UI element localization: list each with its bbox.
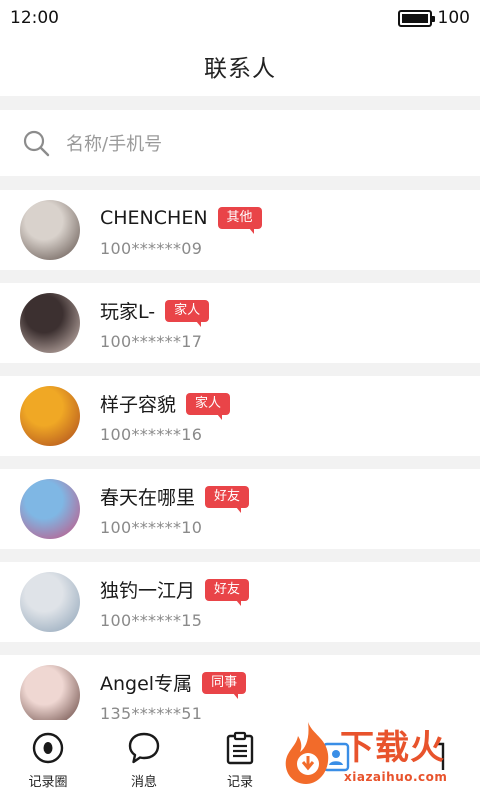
contact-row[interactable]: 独钓一江月 好友 100******15 [0,562,480,642]
contact-row[interactable]: 春天在哪里 好友 100******10 [0,469,480,549]
eye-circle-icon [32,732,64,763]
tab-record-circle[interactable]: 记录圈 [0,720,96,800]
status-right: 100 [397,8,470,28]
contact-tag: 同事 [202,671,247,699]
contact-name: 独钓一江月 [100,580,196,602]
chat-bubble-icon [128,732,160,763]
watermark-url: xiazaihuo.com [344,770,448,784]
contact-tag: 好友 [205,485,250,513]
contact-phone: 100******16 [100,424,203,444]
title-bar: 联系人 [0,36,480,96]
contact-tag: 好友 [205,578,250,606]
watermark-logo: 下载火 xiazaihuo.com [278,718,474,794]
tab-label: 记录 [226,774,253,790]
contact-row[interactable]: 玩家L- 家人 100******17 [0,283,480,363]
contact-phone: 100******10 [100,517,203,537]
status-time: 12:00 [10,8,59,28]
contact-tag: 其他 [217,206,262,234]
contact-name: Angel专属 [100,673,193,695]
search-icon [23,130,50,157]
avatar [20,665,80,725]
search-input[interactable]: 名称/手机号 [0,110,480,176]
contact-row[interactable]: 样子容貌 家人 100******16 [0,376,480,456]
contact-phone: 100******17 [100,331,203,351]
search-placeholder: 名称/手机号 [66,134,163,155]
avatar [20,293,80,353]
contact-tag: 家人 [165,299,210,327]
contact-row[interactable]: CHENCHEN 其他 100******09 [0,190,480,270]
tab-messages[interactable]: 消息 [96,720,192,800]
tab-label: 消息 [130,774,157,790]
contact-tag: 家人 [186,392,231,420]
flame-logo-icon [285,722,329,784]
avatar [20,572,80,632]
contact-list: CHENCHEN 其他 100******09 玩家L- 家人 100*****… [0,190,480,748]
tab-label: 记录圈 [28,774,68,790]
avatar [20,200,80,260]
contact-phone: 100******09 [100,238,203,258]
avatar [20,386,80,446]
tab-records[interactable]: 记录 [192,720,288,800]
contact-name: CHENCHEN [100,206,208,229]
status-bar: 12:00 100 [0,0,480,36]
battery-level: 100 [437,8,470,28]
page-title: 联系人 [204,56,276,82]
battery-icon [397,9,435,27]
contact-name: 玩家L- [100,301,156,323]
clipboard-icon [226,731,254,764]
contact-name: 春天在哪里 [100,487,196,509]
contact-phone: 100******15 [100,610,203,630]
watermark-text: 下载火 [340,728,445,768]
contact-name: 样子容貌 [100,394,177,416]
avatar [20,479,80,539]
